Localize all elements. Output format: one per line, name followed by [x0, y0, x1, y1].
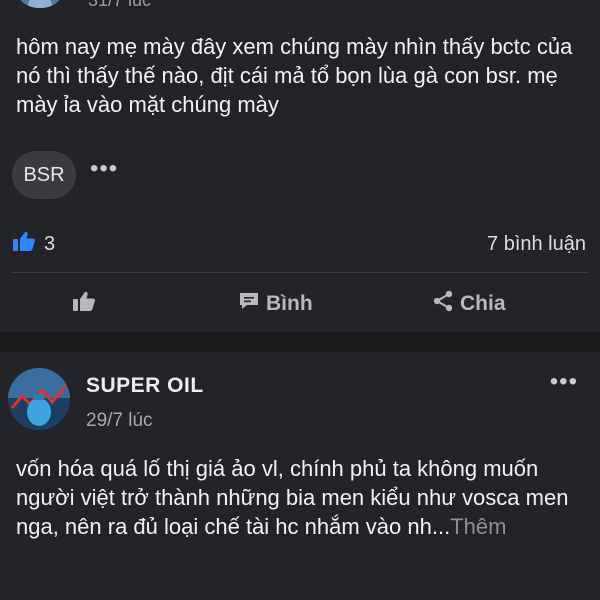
thumbs-up-icon: [72, 290, 96, 318]
like-count-value: 3: [44, 232, 56, 255]
comment-label: Bình: [266, 292, 313, 315]
divider: [12, 272, 588, 273]
like-button[interactable]: [72, 290, 96, 318]
avatar[interactable]: [18, 0, 62, 8]
share-button[interactable]: Chia: [432, 290, 506, 318]
post-card: SUPER OIL 29/7 lúc ••• vốn hóa quá lố th…: [0, 352, 600, 600]
share-label: Chia: [460, 292, 506, 315]
ellipsis-icon[interactable]: •••: [550, 368, 578, 396]
see-more-link[interactable]: Thêm: [450, 514, 506, 539]
thumbs-up-icon: [12, 230, 36, 258]
post-timestamp: 29/7 lúc: [86, 410, 153, 431]
avatar[interactable]: [8, 368, 70, 430]
post-card: 31/7 lúc hôm nay mẹ mày đây xem chúng mà…: [0, 0, 600, 332]
post-body: vốn hóa quá lố thị giá ảo vl, chính phủ …: [16, 454, 588, 541]
author-name[interactable]: SUPER OIL: [86, 374, 204, 398]
post-timestamp: 31/7 lúc: [88, 0, 152, 10]
post-body: hôm nay mẹ mày đây xem chúng mày nhìn th…: [16, 34, 573, 117]
comment-button[interactable]: Bình: [238, 291, 313, 317]
ellipsis-icon[interactable]: •••: [90, 157, 118, 186]
action-bar: Bình Chia: [0, 284, 600, 324]
tag-row: BSR •••: [12, 151, 118, 199]
share-icon: [432, 290, 454, 318]
comment-count[interactable]: 7 bình luận: [487, 233, 586, 256]
post-stats: 3 7 bình luận: [12, 230, 586, 258]
stock-tag-bsr[interactable]: BSR: [12, 151, 76, 199]
like-count[interactable]: 3: [12, 230, 55, 258]
comment-icon: [238, 291, 260, 317]
